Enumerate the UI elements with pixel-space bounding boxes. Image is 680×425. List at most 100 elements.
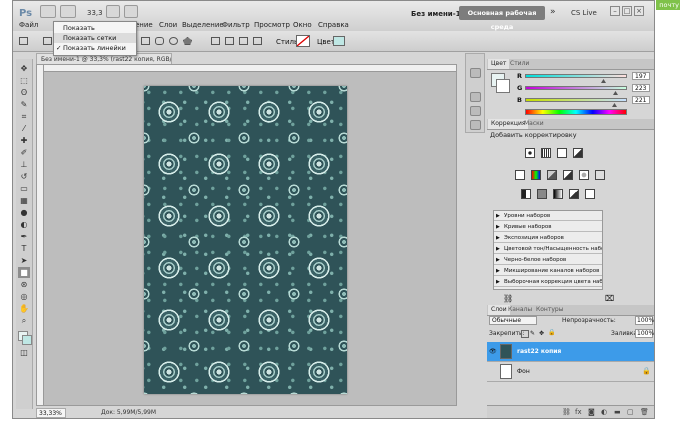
preset-black-white[interactable]: Черно-белое наборов: [494, 255, 602, 265]
cs-live-button[interactable]: CS Live: [571, 9, 597, 17]
new-adjustment-icon[interactable]: ◐: [601, 408, 607, 416]
blend-mode-select[interactable]: Обычные: [489, 316, 537, 325]
close-icon[interactable]: ×: [634, 6, 644, 16]
info-icon[interactable]: [470, 106, 481, 116]
3d-rotate-icon[interactable]: ⊛: [18, 279, 30, 290]
selective-color-icon[interactable]: [585, 189, 595, 199]
exposure-icon[interactable]: [573, 148, 583, 158]
new-layer-icon[interactable]: ▢: [627, 408, 634, 416]
r-slider[interactable]: [525, 74, 627, 78]
horizontal-ruler[interactable]: [37, 65, 456, 72]
extras-button[interactable]: [60, 5, 76, 18]
preset-exposure[interactable]: Экспозиция наборов: [494, 233, 602, 243]
g-slider-thumb[interactable]: [613, 91, 618, 95]
layer-row-background[interactable]: Фон 🔒: [487, 362, 654, 382]
vertical-ruler[interactable]: [37, 65, 44, 405]
quick-mask-icon[interactable]: ◫: [18, 347, 30, 358]
color-background-swatch[interactable]: [496, 79, 510, 93]
maximize-icon[interactable]: □: [622, 6, 632, 16]
preset-channel-mixer[interactable]: Микширование каналов наборов: [494, 266, 602, 276]
history-brush-icon[interactable]: ↺: [18, 171, 30, 182]
tab-channels[interactable]: Каналы: [505, 305, 535, 315]
rectangle-shape-icon[interactable]: [141, 37, 150, 45]
lock-transparency-icon[interactable]: [521, 330, 529, 338]
style-picker[interactable]: [296, 35, 310, 47]
healing-brush-icon[interactable]: ✚: [18, 135, 30, 146]
link-layers-icon[interactable]: ⛓: [562, 408, 571, 416]
intersect-shape-icon[interactable]: [253, 37, 262, 45]
b-slider[interactable]: [525, 98, 627, 102]
r-slider-thumb[interactable]: [601, 79, 606, 83]
marquee-tool-icon[interactable]: ⬚: [18, 75, 30, 86]
shape-tool-icon[interactable]: ■: [18, 267, 30, 278]
add-shape-icon[interactable]: [225, 37, 234, 45]
new-group-icon[interactable]: ▬: [614, 408, 621, 416]
color-swatch[interactable]: [333, 36, 345, 46]
brightness-icon[interactable]: [525, 148, 535, 158]
delete-layer-icon[interactable]: 🗑: [640, 408, 649, 416]
lock-pixels-icon[interactable]: ✎: [530, 330, 535, 337]
document-canvas[interactable]: [144, 86, 347, 394]
show-grid-item[interactable]: Показать сетки: [54, 33, 136, 43]
new-shape-layer-icon[interactable]: [211, 37, 220, 45]
show-guides-item[interactable]: Показать направляющие: [54, 23, 136, 42]
actions-icon[interactable]: [470, 120, 481, 130]
tab-paths[interactable]: Контуры: [533, 305, 566, 315]
arrange-docs-button[interactable]: [106, 5, 120, 18]
show-rulers-item[interactable]: ✓ Показать линейки: [54, 43, 136, 53]
status-zoom-field[interactable]: 33,33%: [36, 408, 66, 418]
black-white-icon[interactable]: [563, 170, 573, 180]
hue-saturation-icon[interactable]: [531, 170, 541, 180]
curves-icon[interactable]: [557, 148, 567, 158]
menu-view[interactable]: Просмотр: [254, 21, 290, 29]
opacity-field[interactable]: 100%: [635, 316, 654, 325]
adjustment-trash-icon[interactable]: ⌧: [605, 294, 614, 303]
dodge-tool-icon[interactable]: ◐: [18, 219, 30, 230]
levels-icon[interactable]: [541, 148, 551, 158]
layer-name[interactable]: rast22 копия: [517, 348, 561, 355]
menu-file[interactable]: Файл: [19, 21, 38, 29]
menu-select[interactable]: Выделение: [182, 21, 224, 29]
preset-levels[interactable]: Уровни наборов: [494, 211, 602, 221]
history-icon[interactable]: [470, 68, 481, 78]
g-slider[interactable]: [525, 86, 627, 90]
expand-icon[interactable]: »: [550, 7, 556, 17]
b-slider-thumb[interactable]: [612, 103, 617, 107]
zoom-tool-icon[interactable]: ⌕: [18, 315, 30, 326]
navigator-icon[interactable]: [470, 92, 481, 102]
b-value-field[interactable]: 221: [632, 96, 650, 104]
mail-button[interactable]: почту: [656, 0, 680, 10]
eye-icon[interactable]: 👁: [489, 348, 497, 355]
pen-tool-icon[interactable]: ✒: [18, 231, 30, 242]
color-balance-icon[interactable]: [547, 170, 557, 180]
vibrance-icon[interactable]: [515, 170, 525, 180]
move-tool-icon[interactable]: ✥: [18, 63, 30, 74]
crop-tool-icon[interactable]: ⌗: [18, 111, 30, 122]
polygon-icon[interactable]: [183, 37, 192, 45]
r-value-field[interactable]: 197: [632, 72, 650, 80]
gradient-tool-icon[interactable]: ▦: [18, 195, 30, 206]
tab-swatches[interactable]: Стили: [507, 59, 532, 69]
posterize-icon[interactable]: [537, 189, 547, 199]
preset-selective-color[interactable]: Выборочная коррекция цвета наборов: [494, 277, 602, 287]
lock-all-icon[interactable]: 🔒: [548, 329, 555, 336]
stamp-tool-icon[interactable]: ⊥: [18, 159, 30, 170]
background-color-icon[interactable]: [22, 335, 32, 345]
fill-field[interactable]: 100%: [635, 329, 654, 338]
invert-icon[interactable]: [521, 189, 531, 199]
zoom-field[interactable]: 33,3: [87, 9, 103, 17]
layer-name[interactable]: Фон: [517, 368, 530, 375]
eyedropper-icon[interactable]: ⁄: [18, 123, 30, 134]
type-tool-icon[interactable]: T: [18, 243, 30, 254]
menu-help[interactable]: Справка: [318, 21, 349, 29]
menu-image[interactable]: ение: [135, 21, 153, 29]
3d-orbit-icon[interactable]: ◎: [18, 291, 30, 302]
lock-position-icon[interactable]: ✥: [539, 330, 544, 337]
photo-filter-icon[interactable]: [579, 170, 589, 180]
hand-tool-icon[interactable]: ✋: [18, 303, 30, 314]
menu-layers[interactable]: Слои: [159, 21, 177, 29]
preset-hue-saturation[interactable]: Цветовой тон/Насыщенность наборов: [494, 244, 602, 254]
tab-masks[interactable]: Маски: [521, 119, 547, 129]
rounded-rect-icon[interactable]: [155, 37, 164, 45]
channel-mixer-icon[interactable]: [595, 170, 605, 180]
